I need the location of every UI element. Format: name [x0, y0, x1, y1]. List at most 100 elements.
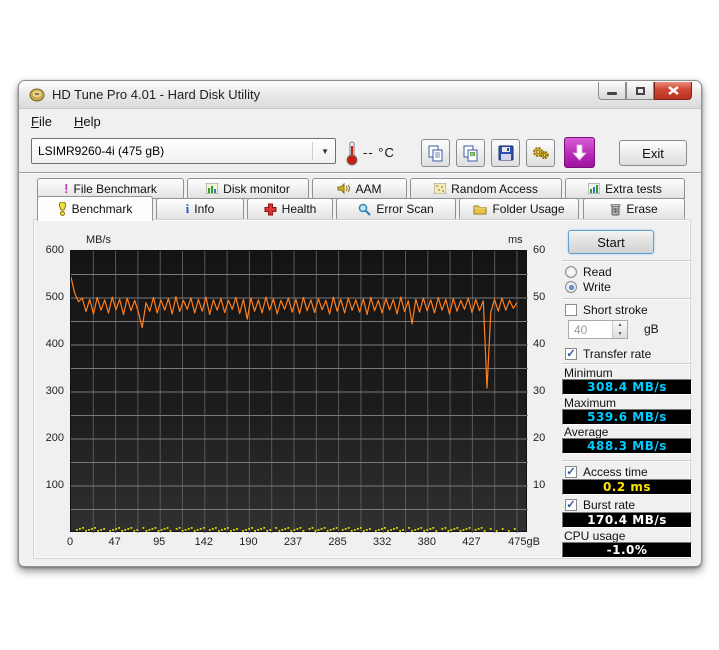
close-button[interactable]	[654, 82, 692, 100]
copy-image-button[interactable]	[456, 139, 485, 167]
axis-tick: 30	[533, 385, 546, 397]
minimize-button[interactable]	[598, 82, 626, 100]
short-stroke-checkbox[interactable]: Short stroke	[565, 303, 648, 317]
tab-disk-monitor[interactable]: Disk monitor	[187, 178, 309, 199]
folder-usage-icon	[473, 204, 487, 215]
info-icon: i	[185, 201, 190, 216]
tab-erase[interactable]: Erase	[583, 198, 685, 220]
minimum-value: 308.4 MB/s	[562, 379, 692, 395]
axis-tick: 60	[533, 244, 546, 256]
short-stroke-box	[565, 304, 577, 316]
toolbar: LSIMR9260-4i (475 gB) ▼ -- °C Exit	[19, 133, 701, 173]
write-radio[interactable]: Write	[565, 280, 611, 294]
temperature-value: -- °C	[363, 145, 395, 160]
menu-bar: File Help	[19, 109, 701, 133]
stepper-arrows-icon[interactable]: ▲ ▼	[612, 321, 627, 338]
axis-tick: 332	[373, 536, 392, 548]
axis-tick: 300	[45, 385, 64, 397]
axis-tick: 427	[462, 536, 481, 548]
download-button[interactable]	[564, 137, 595, 168]
tab-extra-tests[interactable]: Extra tests	[565, 178, 685, 199]
axis-tick: 190	[239, 536, 258, 548]
title-bar[interactable]: HD Tune Pro 4.01 - Hard Disk Utility	[19, 81, 701, 109]
menu-file[interactable]: File	[31, 114, 52, 129]
left-axis-unit: MB/s	[86, 234, 112, 246]
axis-tick: 475gB	[508, 536, 540, 548]
tab-info[interactable]: i Info	[156, 198, 244, 220]
transfer-rate-plot	[70, 251, 528, 533]
health-icon	[264, 203, 277, 216]
axis-tick: 237	[283, 536, 303, 548]
axis-tick: 47	[108, 536, 121, 548]
random-access-icon	[434, 183, 447, 194]
axis-tick: 95	[153, 536, 166, 548]
benchmark-chart	[70, 250, 528, 533]
app-window: HD Tune Pro 4.01 - Hard Disk Utility Fil…	[18, 80, 702, 567]
burst-rate-value: 170.4 MB/s	[562, 512, 692, 528]
write-radio-circle	[565, 281, 577, 293]
divider	[562, 298, 692, 300]
tab-error-scan[interactable]: Error Scan	[336, 198, 456, 220]
maximize-button[interactable]	[626, 82, 654, 100]
erase-icon	[610, 203, 621, 216]
burst-rate-box	[565, 499, 577, 511]
divider	[562, 460, 692, 462]
average-value: 488.3 MB/s	[562, 438, 692, 454]
cpu-usage-label: CPU usage	[564, 529, 626, 543]
benchmark-page: MB/s ms 600 500 400 300 200 100 60 50 40 30 20 10 …	[33, 219, 692, 559]
maximum-label: Maximum	[564, 396, 617, 410]
copy-text-icon	[428, 145, 443, 161]
access-time-box	[565, 466, 577, 478]
options-gears-icon	[532, 147, 549, 160]
copy-image-icon	[463, 145, 478, 161]
access-time-value: 0.2 ms	[562, 479, 692, 495]
tab-health[interactable]: Health	[247, 198, 333, 220]
tab-aam[interactable]: AAM	[312, 178, 407, 199]
menu-help[interactable]: Help	[74, 114, 101, 129]
axis-tick: 40	[533, 338, 546, 350]
axis-tick: 10	[533, 479, 546, 491]
download-arrow-icon	[572, 144, 587, 161]
minimum-label: Minimum	[564, 366, 613, 380]
drive-select[interactable]: LSIMR9260-4i (475 gB) ▼	[31, 138, 336, 164]
extra-tests-icon	[588, 183, 601, 194]
axis-tick: 200	[45, 432, 64, 444]
start-button[interactable]: Start	[568, 230, 654, 254]
file-benchmark-icon: !	[64, 180, 69, 196]
access-time-checkbox[interactable]: Access time	[565, 465, 648, 479]
app-icon	[29, 88, 45, 101]
save-button[interactable]	[491, 139, 520, 167]
burst-rate-checkbox[interactable]: Burst rate	[565, 498, 635, 512]
aam-speaker-icon	[337, 183, 351, 194]
divider	[562, 363, 692, 365]
tab-benchmark[interactable]: Benchmark	[37, 196, 153, 221]
maximize-icon	[635, 86, 645, 95]
axis-tick: 600	[45, 244, 64, 256]
axis-tick: 400	[45, 338, 64, 350]
drive-select-value: LSIMR9260-4i (475 gB)	[38, 144, 165, 158]
average-label: Average	[564, 425, 609, 439]
thermometer-icon	[346, 141, 358, 166]
chevron-down-icon: ▼	[312, 142, 329, 160]
short-stroke-unit: gB	[644, 322, 659, 336]
tab-folder-usage[interactable]: Folder Usage	[459, 198, 579, 220]
axis-tick: 100	[45, 479, 64, 491]
cpu-usage-value: -1.0%	[562, 542, 692, 558]
exit-button[interactable]: Exit	[619, 140, 687, 166]
benchmark-icon	[58, 201, 67, 216]
options-button[interactable]	[526, 139, 555, 167]
read-radio[interactable]: Read	[565, 265, 612, 279]
tab-random-access[interactable]: Random Access	[410, 178, 562, 199]
window-title: HD Tune Pro 4.01 - Hard Disk Utility	[52, 87, 261, 102]
transfer-rate-checkbox[interactable]: Transfer rate	[565, 347, 651, 361]
axis-tick: 0	[66, 536, 74, 548]
maximum-value: 539.6 MB/s	[562, 409, 692, 425]
disk-monitor-icon	[206, 183, 219, 194]
transfer-rate-box	[565, 348, 577, 360]
axis-tick: 500	[45, 291, 64, 303]
copy-text-button[interactable]	[421, 139, 450, 167]
short-stroke-stepper[interactable]: 40 ▲ ▼	[568, 320, 628, 339]
axis-tick: 380	[417, 536, 436, 548]
minimize-icon	[607, 92, 617, 95]
axis-tick: 285	[328, 536, 347, 548]
